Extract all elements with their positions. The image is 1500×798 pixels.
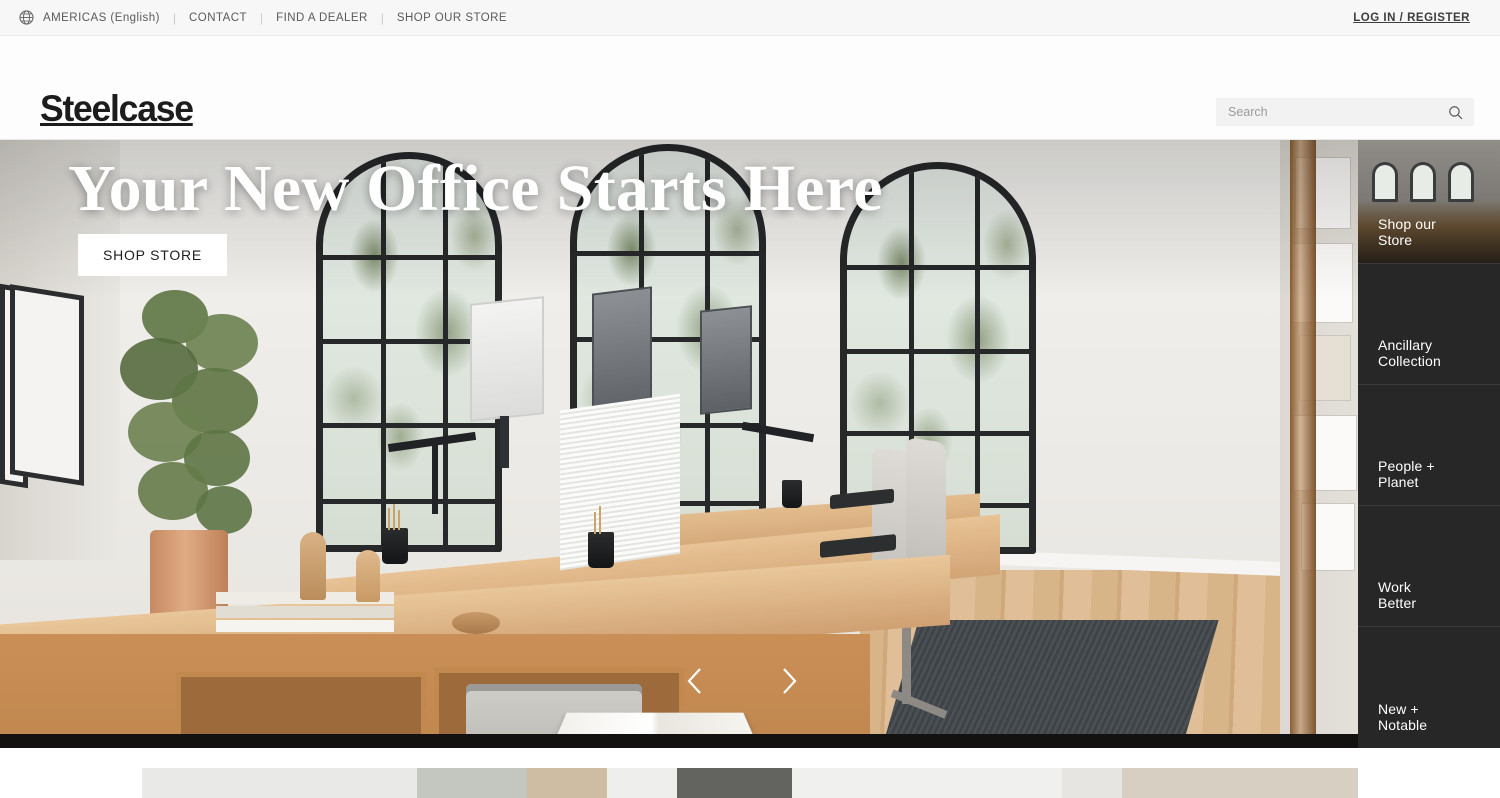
tile-people-planet[interactable]: People + Planet [1358,385,1500,506]
pencil-cup [782,480,802,508]
content-swatch[interactable] [792,768,1062,798]
content-swatch[interactable] [417,768,527,798]
search-input[interactable] [1228,105,1447,119]
steelcase-logo[interactable]: Steelcase [40,90,194,127]
content-swatch[interactable] [1062,768,1122,798]
tile-label: Work Better [1378,578,1417,612]
hero-headline: Your New Office Starts Here [68,152,883,225]
search-icon[interactable] [1447,104,1464,121]
tile-label: New + Notable [1378,700,1428,734]
carousel-next-button[interactable] [774,664,804,698]
utility-links: AMERICAS (English) | CONTACT | FIND A DE… [18,9,507,26]
content-swatch[interactable] [527,768,607,798]
pencil-cup [588,532,614,568]
search-box[interactable] [1216,98,1474,126]
locale-selector[interactable]: AMERICAS (English) [43,12,160,24]
utility-separator: | [260,10,264,25]
content-swatch[interactable] [607,768,677,798]
login-register-link[interactable]: LOG IN / REGISTER [1353,12,1470,24]
shop-store-button[interactable]: SHOP STORE [78,234,227,276]
pencil-cup [382,528,408,564]
tile-new-notable[interactable]: New + Notable [1358,627,1500,748]
globe-icon [19,10,34,25]
utility-separator: | [172,10,177,25]
utility-separator: | [380,10,384,25]
tile-shop-our-store[interactable]: Shop our Store [1358,140,1500,264]
carousel-controls [680,664,804,698]
utility-link-shop-our-store[interactable]: SHOP OUR STORE [397,12,507,24]
quick-links-rail: Shop our Store Ancillary Collection Peop… [1358,140,1500,748]
tile-label: Shop our Store [1378,215,1436,249]
plant [112,290,282,550]
site-header: Steelcase New Products Ancillary Collect… [0,36,1500,156]
chevron-left-icon [687,668,701,694]
utility-link-contact[interactable]: CONTACT [189,12,247,24]
tile-work-better[interactable]: Work Better [1358,506,1500,627]
hero-image [0,140,1500,748]
tile-label: People + Planet [1378,457,1435,491]
hero-carousel: Your New Office Starts Here SHOP STORE [0,140,1500,748]
tile-label: Ancillary Collection [1378,336,1441,370]
content-swatch[interactable] [1122,768,1358,798]
carousel-prev-button[interactable] [680,664,710,698]
chevron-right-icon [783,668,797,694]
tile-ancillary-collection[interactable]: Ancillary Collection [1358,264,1500,385]
utility-bar: AMERICAS (English) | CONTACT | FIND A DE… [0,0,1500,36]
utility-link-find-a-dealer[interactable]: FIND A DEALER [276,12,368,24]
content-swatch[interactable] [142,768,417,798]
content-swatch[interactable] [677,768,792,798]
content-strip-preview [142,768,1358,798]
